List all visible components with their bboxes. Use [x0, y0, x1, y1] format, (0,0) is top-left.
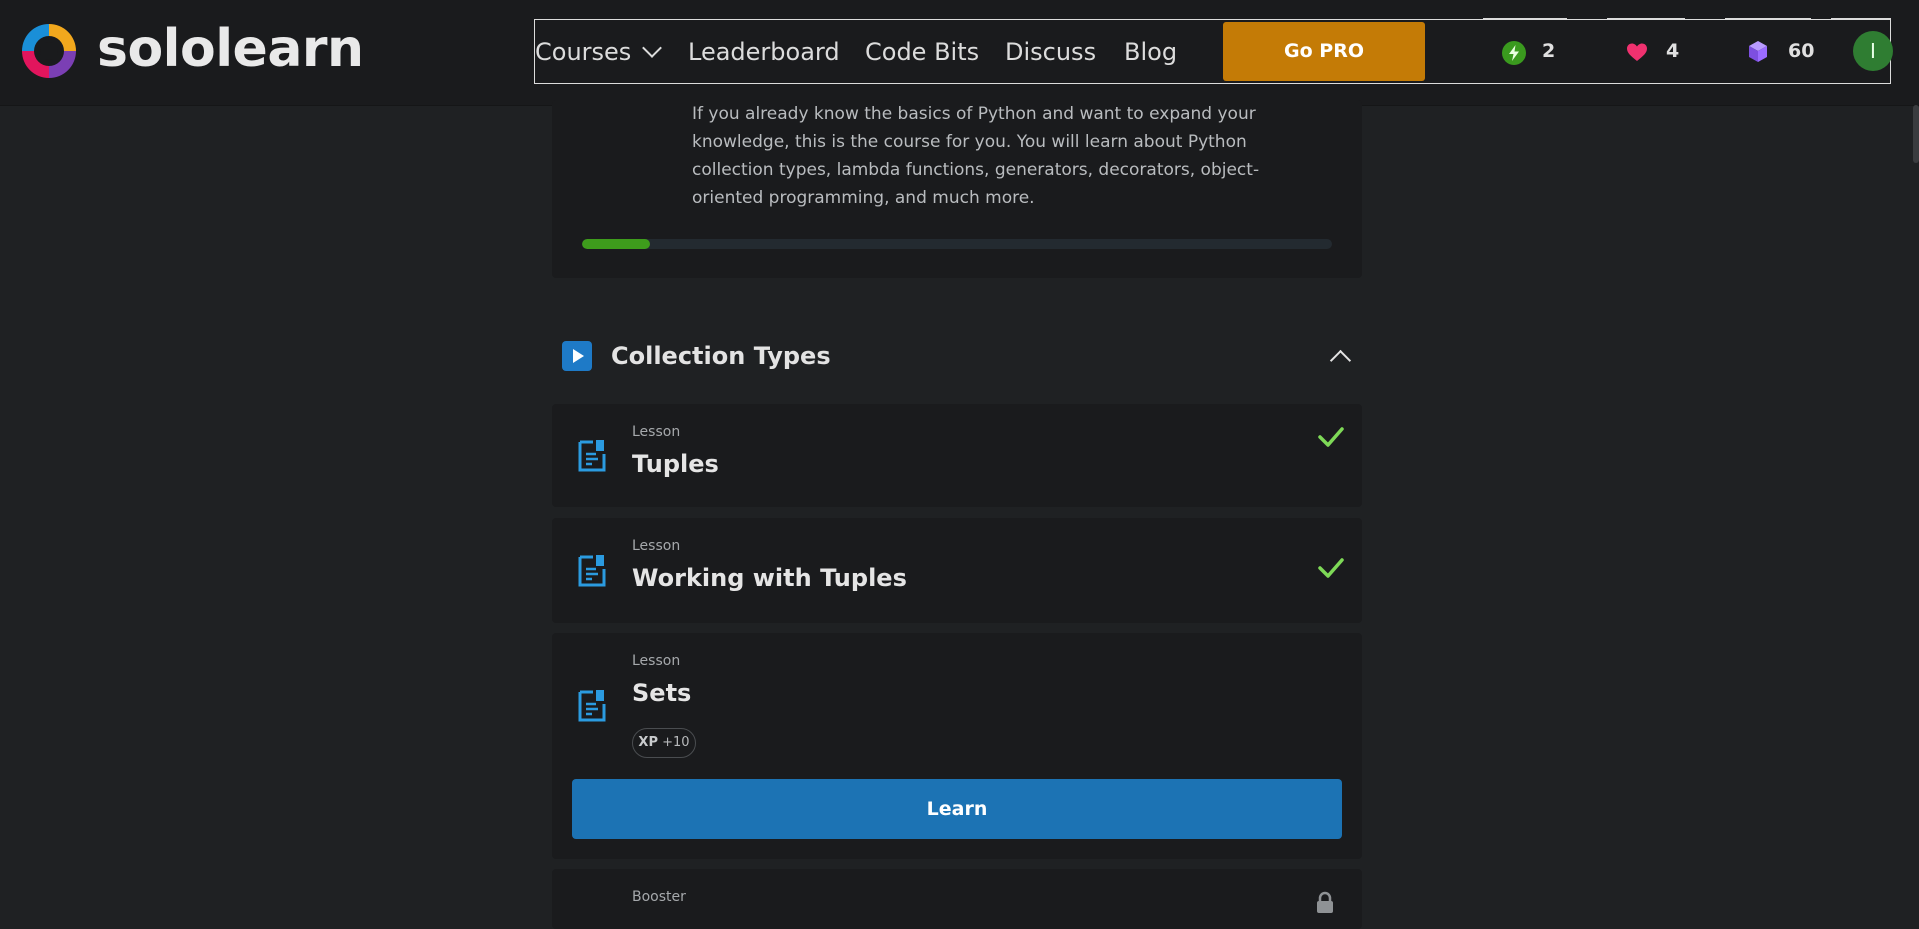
lesson-document-icon: [578, 555, 606, 587]
divider: [1831, 18, 1891, 20]
main-nav: Courses Leaderboard Code Bits Discuss Bl…: [534, 18, 1893, 85]
brand-name[interactable]: sololearn: [97, 14, 364, 84]
heart-icon: [1627, 43, 1647, 61]
checkmark-icon: [1318, 558, 1344, 578]
streak-value: 2: [1542, 40, 1556, 62]
hearts-value: 4: [1666, 40, 1680, 62]
streak-counter[interactable]: 2: [1501, 20, 1581, 83]
xp-label: XP: [638, 735, 658, 750]
nav-discuss[interactable]: Discuss: [1005, 20, 1096, 85]
lesson-title: Tuples: [632, 450, 719, 478]
chevron-down-icon: [642, 38, 663, 58]
xp-value: +10: [662, 735, 690, 750]
nav-code-bits[interactable]: Code Bits: [865, 20, 979, 85]
lesson-card-sets[interactable]: Lesson Sets XP +10 Learn: [552, 633, 1362, 859]
avatar[interactable]: I: [1853, 31, 1893, 71]
lock-icon: [1317, 891, 1333, 913]
lightning-icon: [1502, 41, 1526, 65]
nav-courses[interactable]: Courses: [535, 20, 663, 85]
lesson-card-tuples[interactable]: Lesson Tuples: [552, 404, 1362, 507]
module-title: Collection Types: [611, 342, 831, 370]
lesson-title: Sets: [632, 679, 692, 707]
lesson-kind: Lesson: [632, 424, 681, 440]
module-header[interactable]: Collection Types: [552, 334, 1362, 378]
nav-courses-label: Courses: [535, 38, 632, 66]
nav-leaderboard[interactable]: Leaderboard: [688, 20, 840, 85]
learn-button[interactable]: Learn: [572, 779, 1342, 839]
hearts-counter[interactable]: 4: [1625, 20, 1695, 83]
lesson-title: Working with Tuples: [632, 564, 907, 592]
checkmark-icon: [1318, 427, 1344, 447]
sololearn-logo[interactable]: [18, 20, 80, 82]
gems-counter[interactable]: 60: [1747, 20, 1827, 83]
lesson-document-icon: [578, 690, 606, 722]
course-progress-fill: [582, 239, 650, 249]
play-icon: [562, 341, 592, 371]
lesson-kind: Booster: [632, 889, 686, 905]
gem-cube-icon: [1749, 41, 1767, 62]
course-intro-card: If you already know the basics of Python…: [552, 100, 1362, 278]
lesson-kind: Lesson: [632, 653, 681, 669]
go-pro-button[interactable]: Go PRO: [1223, 22, 1425, 81]
course-description: If you already know the basics of Python…: [692, 104, 1260, 208]
course-progress-bar: [582, 239, 1332, 249]
xp-badge: XP +10: [632, 728, 696, 758]
booster-card[interactable]: Booster: [552, 869, 1362, 929]
scrollbar[interactable]: [1913, 105, 1919, 163]
chevron-up-icon[interactable]: [1326, 342, 1354, 370]
lesson-kind: Lesson: [632, 538, 681, 554]
top-header: sololearn Courses Leaderboard Code Bits …: [0, 0, 1919, 106]
lesson-document-icon: [578, 440, 606, 472]
lesson-card-working-with-tuples[interactable]: Lesson Working with Tuples: [552, 518, 1362, 623]
gems-value: 60: [1788, 40, 1815, 62]
nav-blog[interactable]: Blog: [1124, 20, 1177, 85]
